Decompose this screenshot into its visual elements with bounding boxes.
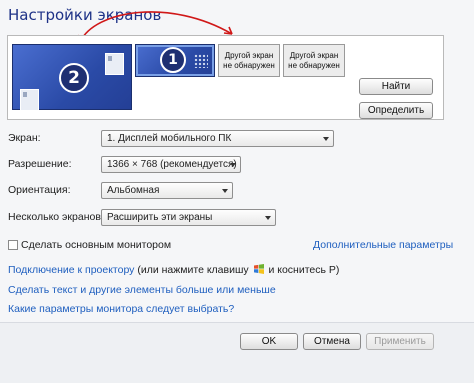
orientation-select-value: Альбомная [107,185,160,196]
screen-select[interactable]: 1. Дисплей мобильного ПК [101,130,334,147]
main-monitor-checkbox-label[interactable]: Сделать основным монитором [21,239,171,251]
chevron-down-icon [222,189,228,193]
chevron-down-icon [323,137,329,141]
monitor-1-tile[interactable]: 1 [135,44,215,77]
monitor-tile-label: не обнаружен [223,60,275,70]
windows-logo-icon [253,264,264,274]
detect-button[interactable]: Определить [359,102,433,119]
screen-select-value: 1. Дисплей мобильного ПК [107,133,232,144]
monitor-not-detected-tile[interactable]: Другой экран не обнаружен [218,44,280,77]
monitor-tile-label: Другой экран [224,50,274,60]
monitor-2-tile[interactable]: 2 [12,44,132,111]
chevron-down-icon [265,216,271,220]
monitor-number-badge: 1 [160,47,186,73]
apply-button[interactable]: Применить [366,333,434,350]
multiple-displays-select-value: Расширить эти экраны [107,212,213,223]
window-icon [20,89,39,111]
find-button[interactable]: Найти [359,78,433,95]
window-icon [105,53,124,75]
multiple-displays-label: Несколько экранов: [8,211,104,223]
projector-hint-text: и коснитесь P) [265,264,340,276]
projector-line: Подключение к проектору (или нажмите кла… [8,264,339,276]
ok-button[interactable]: OK [240,333,298,350]
orientation-select[interactable]: Альбомная [101,182,233,199]
main-monitor-checkbox[interactable] [8,240,18,250]
resolution-select-value: 1366 × 768 (рекомендуется) [107,159,237,170]
monitor-number-badge: 2 [59,63,89,93]
screen-label: Экран: [8,132,41,144]
projector-hint-text: (или нажмите клавишу [134,264,252,276]
start-menu-icon [194,54,208,68]
monitor-tile-label: Другой экран [289,50,339,60]
monitor-not-detected-tile[interactable]: Другой экран не обнаружен [283,44,345,77]
resolution-label: Разрешение: [8,158,72,170]
page-title: Настройки экранов [8,6,162,24]
connect-projector-link[interactable]: Подключение к проектору [8,264,134,276]
cancel-button[interactable]: Отмена [303,333,361,350]
text-size-link[interactable]: Сделать текст и другие элементы больше и… [8,284,276,296]
monitor-arrangement-area: 2 1 Другой экран не обнаружен Другой экр… [7,35,444,120]
resolution-select[interactable]: 1366 × 768 (рекомендуется) [101,156,241,173]
advanced-settings-link[interactable]: Дополнительные параметры [313,239,453,251]
orientation-label: Ориентация: [8,184,71,196]
multiple-displays-select[interactable]: Расширить эти экраны [101,209,276,226]
monitor-tile-label: не обнаружен [288,60,340,70]
dialog-button-bar [0,323,474,383]
chevron-down-icon [230,163,236,167]
which-settings-link[interactable]: Какие параметры монитора следует выбрать… [8,303,234,315]
